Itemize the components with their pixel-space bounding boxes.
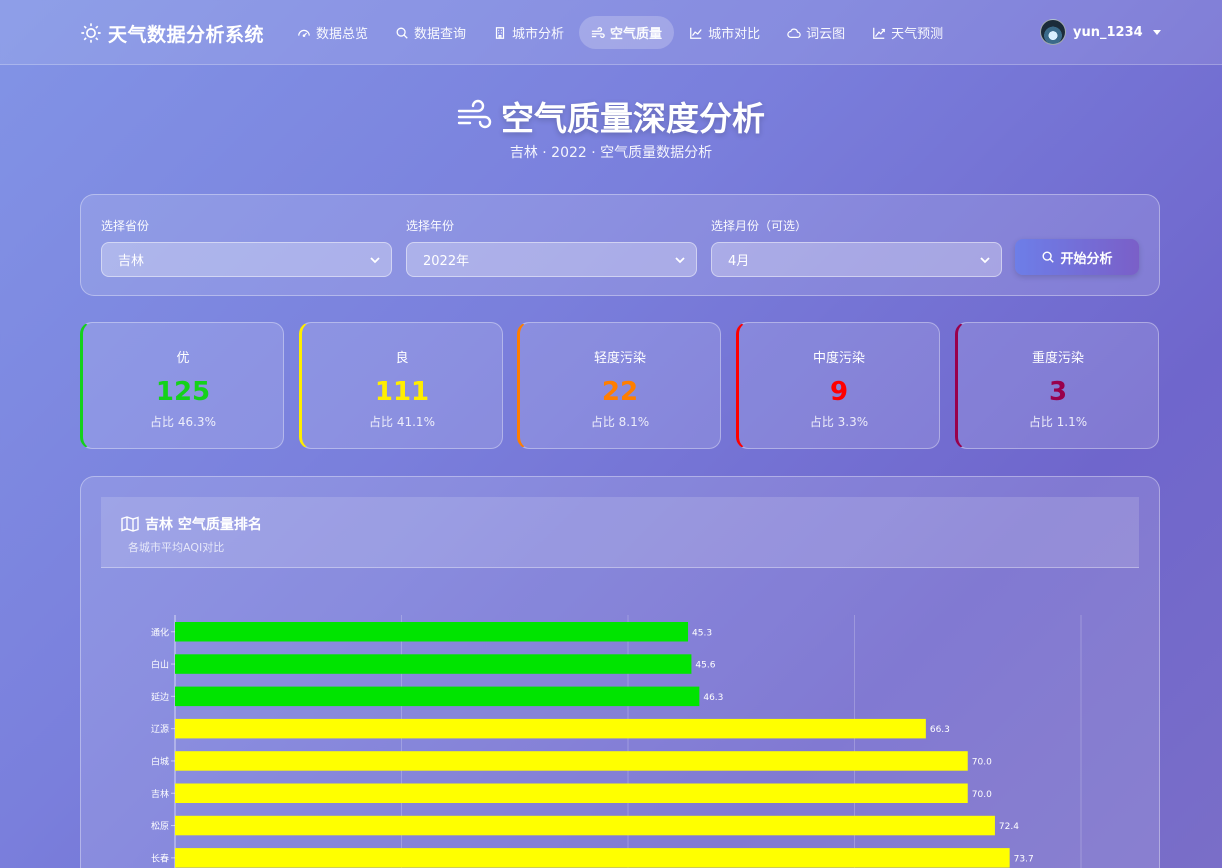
sun-icon — [81, 23, 101, 43]
bar — [175, 783, 968, 803]
stat-percent: 占比 1.1% — [1028, 415, 1088, 429]
nav-label: 城市分析 — [512, 27, 565, 42]
nav-item-air-quality[interactable]: 空气质量 — [579, 16, 675, 49]
cloud-icon — [787, 28, 801, 38]
y-tick-label: 通化 — [151, 626, 169, 638]
main-nav: 数据总览 数据查询 城市分析 空气质量 城市对比 词云图 天气预测 — [285, 16, 958, 49]
stat-label: 优 — [176, 351, 190, 366]
nav-item-forecast[interactable]: 天气预测 — [860, 16, 955, 49]
stat-label: 中度污染 — [812, 351, 865, 366]
nav-label: 数据查询 — [414, 27, 467, 42]
ranking-chart-panel: 吉林 空气质量排名 各城市平均AQI对比 通化 45.3 白山 45.6 延边 46.3 辽… — [80, 476, 1160, 868]
bar — [175, 751, 968, 771]
stat-value: 9 — [829, 377, 849, 407]
stat-value: 22 — [601, 377, 639, 407]
line-chart-icon — [690, 27, 702, 39]
y-tick-label: 松原 — [151, 820, 169, 832]
y-tick-label: 辽源 — [151, 724, 169, 735]
building-icon — [495, 26, 505, 39]
stat-card-excellent: 优 125 占比 46.3% — [80, 322, 284, 449]
stat-card-light-pollution: 轻度污染 22 占比 8.1% — [517, 322, 721, 449]
stat-label: 良 — [395, 351, 409, 366]
stat-percent: 占比 8.1% — [590, 415, 650, 429]
province-label: 选择省份 — [101, 219, 150, 233]
data-label: 46.3 — [703, 693, 723, 703]
nav-item-city-analysis[interactable]: 城市分析 — [481, 16, 576, 49]
province-field: 选择省份 吉林 — [101, 217, 392, 277]
wind-icon — [591, 26, 605, 38]
brand[interactable]: 天气数据分析系统 — [80, 18, 264, 48]
analyze-button-label: 开始分析 — [1060, 251, 1113, 267]
page-header: 空气质量深度分析 — [0, 92, 1222, 140]
bar — [175, 654, 692, 674]
bar — [175, 686, 700, 707]
data-label: 45.3 — [692, 628, 712, 638]
trend-chart-icon — [873, 27, 885, 39]
stat-label: 重度污染 — [1031, 351, 1084, 366]
nav-item-city-compare[interactable]: 城市对比 — [677, 16, 772, 49]
data-label: 70.0 — [972, 757, 992, 767]
month-label: 选择月份（可选） — [711, 219, 808, 233]
data-label: 70.0 — [972, 790, 992, 800]
y-tick-label: 延边 — [151, 691, 169, 703]
nav-item-wordcloud[interactable]: 词云图 — [775, 16, 857, 49]
chevron-down-icon — [1152, 29, 1161, 35]
nav-label: 空气质量 — [610, 27, 663, 42]
province-select[interactable]: 吉林 — [101, 242, 392, 277]
stat-card-moderate-pollution: 中度污染 9 占比 3.3% — [736, 322, 940, 449]
stat-value: 125 — [155, 377, 211, 407]
province-value: 吉林 — [118, 254, 145, 269]
page-title: 空气质量深度分析 — [501, 99, 765, 138]
page-subtitle: 吉林 · 2022 · 空气质量数据分析 — [509, 145, 713, 161]
search-icon — [1042, 251, 1055, 263]
stat-value: 3 — [1048, 377, 1068, 407]
stat-card-heavy-pollution: 重度污染 3 占比 1.1% — [955, 322, 1159, 449]
avatar — [1040, 19, 1066, 45]
wind-icon — [457, 99, 492, 129]
user-menu[interactable]: yun_1234 — [1040, 19, 1161, 45]
month-field: 选择月份（可选） 4月 — [711, 217, 1002, 277]
nav-label: 城市对比 — [708, 27, 761, 42]
filter-panel: 选择省份 吉林 选择年份 2022年 选择月份（可选） 4月 开始分析 — [80, 194, 1160, 296]
month-select[interactable]: 4月 — [711, 242, 1002, 277]
stat-percent: 占比 46.3% — [150, 415, 216, 429]
top-navbar: 天气数据分析系统 数据总览 数据查询 城市分析 空气质量 城市对比 词云图 天气… — [0, 0, 1222, 65]
app-title: 天气数据分析系统 — [108, 23, 265, 46]
y-tick-label: 吉林 — [151, 788, 169, 800]
stat-label: 轻度污染 — [593, 351, 646, 366]
bar — [175, 848, 1010, 868]
chevron-down-icon — [675, 256, 685, 263]
year-select[interactable]: 2022年 — [406, 242, 697, 277]
analyze-button[interactable]: 开始分析 — [1015, 239, 1139, 275]
data-label: 45.6 — [695, 661, 715, 671]
nav-item-query[interactable]: 数据查询 — [383, 16, 478, 49]
stat-value: 111 — [374, 377, 430, 407]
nav-label: 词云图 — [806, 27, 846, 42]
nav-label: 天气预测 — [891, 27, 944, 42]
month-value: 4月 — [728, 254, 750, 269]
data-label: 66.3 — [930, 725, 950, 735]
chevron-down-icon — [370, 256, 380, 263]
year-field: 选择年份 2022年 — [406, 217, 697, 277]
nav-label: 数据总览 — [316, 27, 369, 42]
search-icon — [396, 27, 408, 39]
bar — [175, 815, 995, 836]
data-label: 72.4 — [999, 822, 1019, 832]
username: yun_1234 — [1073, 24, 1143, 40]
nav-item-overview[interactable]: 数据总览 — [285, 16, 380, 49]
stat-card-good: 良 111 占比 41.1% — [299, 322, 503, 449]
ranking-bar-chart: 通化 45.3 白山 45.6 延边 46.3 辽源 66.3 白城 70.0 吉林 70.0 松原 72… — [151, 615, 1082, 868]
data-label: 73.7 — [1014, 854, 1034, 864]
dashboard-icon — [298, 29, 310, 37]
year-value: 2022年 — [423, 254, 470, 269]
y-tick-label: 白山 — [151, 659, 169, 671]
y-tick-label: 白城 — [151, 755, 169, 767]
stat-percent: 占比 3.3% — [809, 415, 869, 429]
y-tick-label: 长春 — [151, 852, 169, 864]
bar — [175, 718, 926, 739]
year-label: 选择年份 — [406, 219, 455, 233]
chevron-down-icon — [980, 256, 990, 263]
stat-percent: 占比 41.1% — [369, 415, 435, 429]
bar — [175, 622, 689, 642]
